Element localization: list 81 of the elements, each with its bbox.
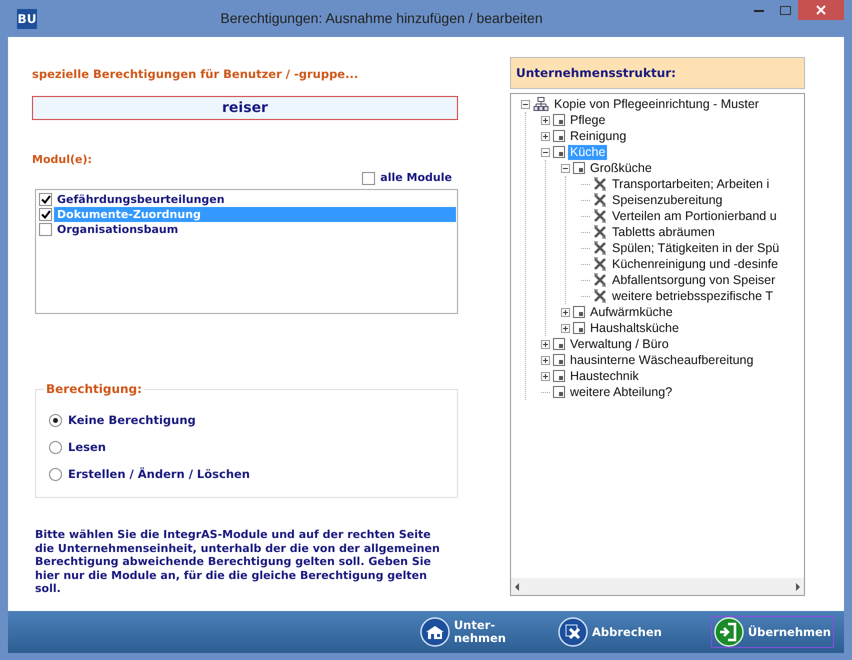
tools-icon — [593, 177, 607, 191]
all-modules-label: alle Module — [380, 170, 452, 186]
collapse-icon[interactable] — [541, 148, 550, 156]
tree-item[interactable]: Tabletts abräumen — [610, 224, 717, 240]
expand-icon[interactable] — [541, 340, 550, 348]
expand-icon[interactable] — [541, 372, 550, 380]
radio-label: Keine Berechtigung — [68, 412, 196, 430]
cancel-icon — [558, 617, 588, 647]
unit-icon — [553, 370, 565, 382]
radio-button[interactable] — [49, 414, 62, 428]
minimize-icon — [754, 8, 764, 12]
module-checkbox[interactable] — [39, 193, 52, 206]
radio-button[interactable] — [49, 468, 62, 482]
close-button[interactable] — [798, 0, 844, 20]
scroll-right-icon[interactable] — [795, 582, 801, 590]
group-legend: Berechtigung: — [44, 380, 144, 398]
tree-item[interactable]: Großküche — [588, 160, 654, 176]
tree-item[interactable]: Kopie von Pflegeeinrichtung - Muster — [552, 96, 761, 112]
expand-icon[interactable] — [561, 308, 570, 316]
horizontal-scrollbar[interactable] — [511, 578, 804, 595]
module-item[interactable]: Organisationsbaum — [54, 222, 456, 238]
module-item[interactable]: Gefährdungsbeurteilungen — [54, 192, 456, 208]
tools-icon — [593, 225, 607, 239]
tools-icon — [593, 209, 607, 223]
module-checkbox[interactable] — [39, 208, 52, 222]
unit-icon — [553, 130, 565, 142]
expand-icon[interactable] — [541, 356, 550, 364]
exit-door-icon — [714, 617, 744, 647]
tools-icon — [593, 193, 607, 207]
tree-item[interactable]: weitere betriebsspezifische T — [610, 288, 775, 304]
unit-icon — [553, 114, 565, 126]
unit-icon — [553, 354, 565, 366]
action-button[interactable]: Abbrechen — [554, 616, 665, 648]
all-modules-checkbox[interactable] — [362, 172, 376, 184]
tree-item[interactable]: Haustechnik — [568, 368, 641, 384]
tools-icon — [593, 289, 607, 303]
tree-item[interactable]: Haushaltsküche — [588, 320, 681, 336]
action-button[interactable]: Unter- nehmen — [416, 616, 509, 648]
tools-icon — [593, 257, 607, 271]
tools-icon — [593, 241, 607, 255]
app-logo: BU — [17, 8, 37, 28]
tree-item[interactable]: Aufwärmküche — [588, 304, 675, 320]
expand-icon[interactable] — [561, 324, 570, 332]
scroll-left-icon[interactable] — [514, 582, 520, 590]
module-checkbox[interactable] — [39, 223, 52, 236]
section-heading: spezielle Berechtigungen für Benutzer / -gruppe... — [32, 66, 360, 83]
tree-item[interactable]: weitere Abteilung? — [568, 384, 674, 400]
tree-item[interactable]: Spülen; Tätigkeiten in der Spü — [610, 240, 782, 256]
expand-icon[interactable] — [541, 132, 550, 140]
radio-label: Erstellen / Ändern / Löschen — [68, 466, 250, 484]
collapse-icon[interactable] — [561, 164, 570, 172]
unit-icon — [553, 338, 565, 350]
tree-item[interactable]: Verteilen am Portionierband u — [610, 208, 779, 224]
unit-icon — [573, 322, 585, 334]
tree-item[interactable]: Reinigung — [568, 128, 628, 144]
unit-icon — [573, 162, 585, 174]
unit-icon — [573, 306, 585, 318]
tree-item[interactable]: hausinterne Wäscheaufbereitung — [568, 352, 756, 368]
maximize-icon — [780, 6, 790, 14]
tree-item[interactable]: Pflege — [568, 112, 608, 128]
user-field: reiser — [32, 96, 458, 120]
hint-text: Bitte wählen Sie die IntegrAS-Module und auf der rechten Seite die Unternehmenseinheit, unterhalb der die von der allgemeinen Berechtigung abweichende Berechtigung gelten soll. Geben Sie hier nur die Module an, für die die gleiche Berechtigung gelten soll. — [35, 528, 441, 596]
window-title: Berechtigungen: Ausnahme hinzufügen / bearbeiten — [219, 9, 544, 28]
building-icon — [420, 617, 450, 647]
tree-item[interactable]: Küchenreinigung und -desinfe — [610, 256, 780, 272]
radio-label: Lesen — [68, 439, 106, 456]
modules-label: Modul(e): — [32, 152, 93, 168]
radio-button[interactable] — [49, 441, 62, 454]
collapse-icon[interactable] — [521, 100, 530, 108]
unit-icon — [553, 386, 565, 398]
tree-item[interactable]: Transportarbeiten; Arbeiten i — [610, 176, 772, 192]
close-icon — [816, 5, 826, 15]
unit-icon — [553, 146, 565, 158]
tree-item[interactable]: Verwaltung / Büro — [568, 336, 671, 352]
expand-icon[interactable] — [541, 116, 550, 124]
tree-item[interactable]: Abfallentsorgung von Speiser — [610, 272, 778, 288]
org-chart-icon — [533, 97, 549, 111]
action-button[interactable]: Übernehmen — [710, 616, 834, 648]
tools-icon — [593, 273, 607, 287]
panel-header: Unternehmensstruktur: — [510, 57, 805, 89]
tree-item[interactable]: Speisenzubereitung — [610, 192, 724, 208]
